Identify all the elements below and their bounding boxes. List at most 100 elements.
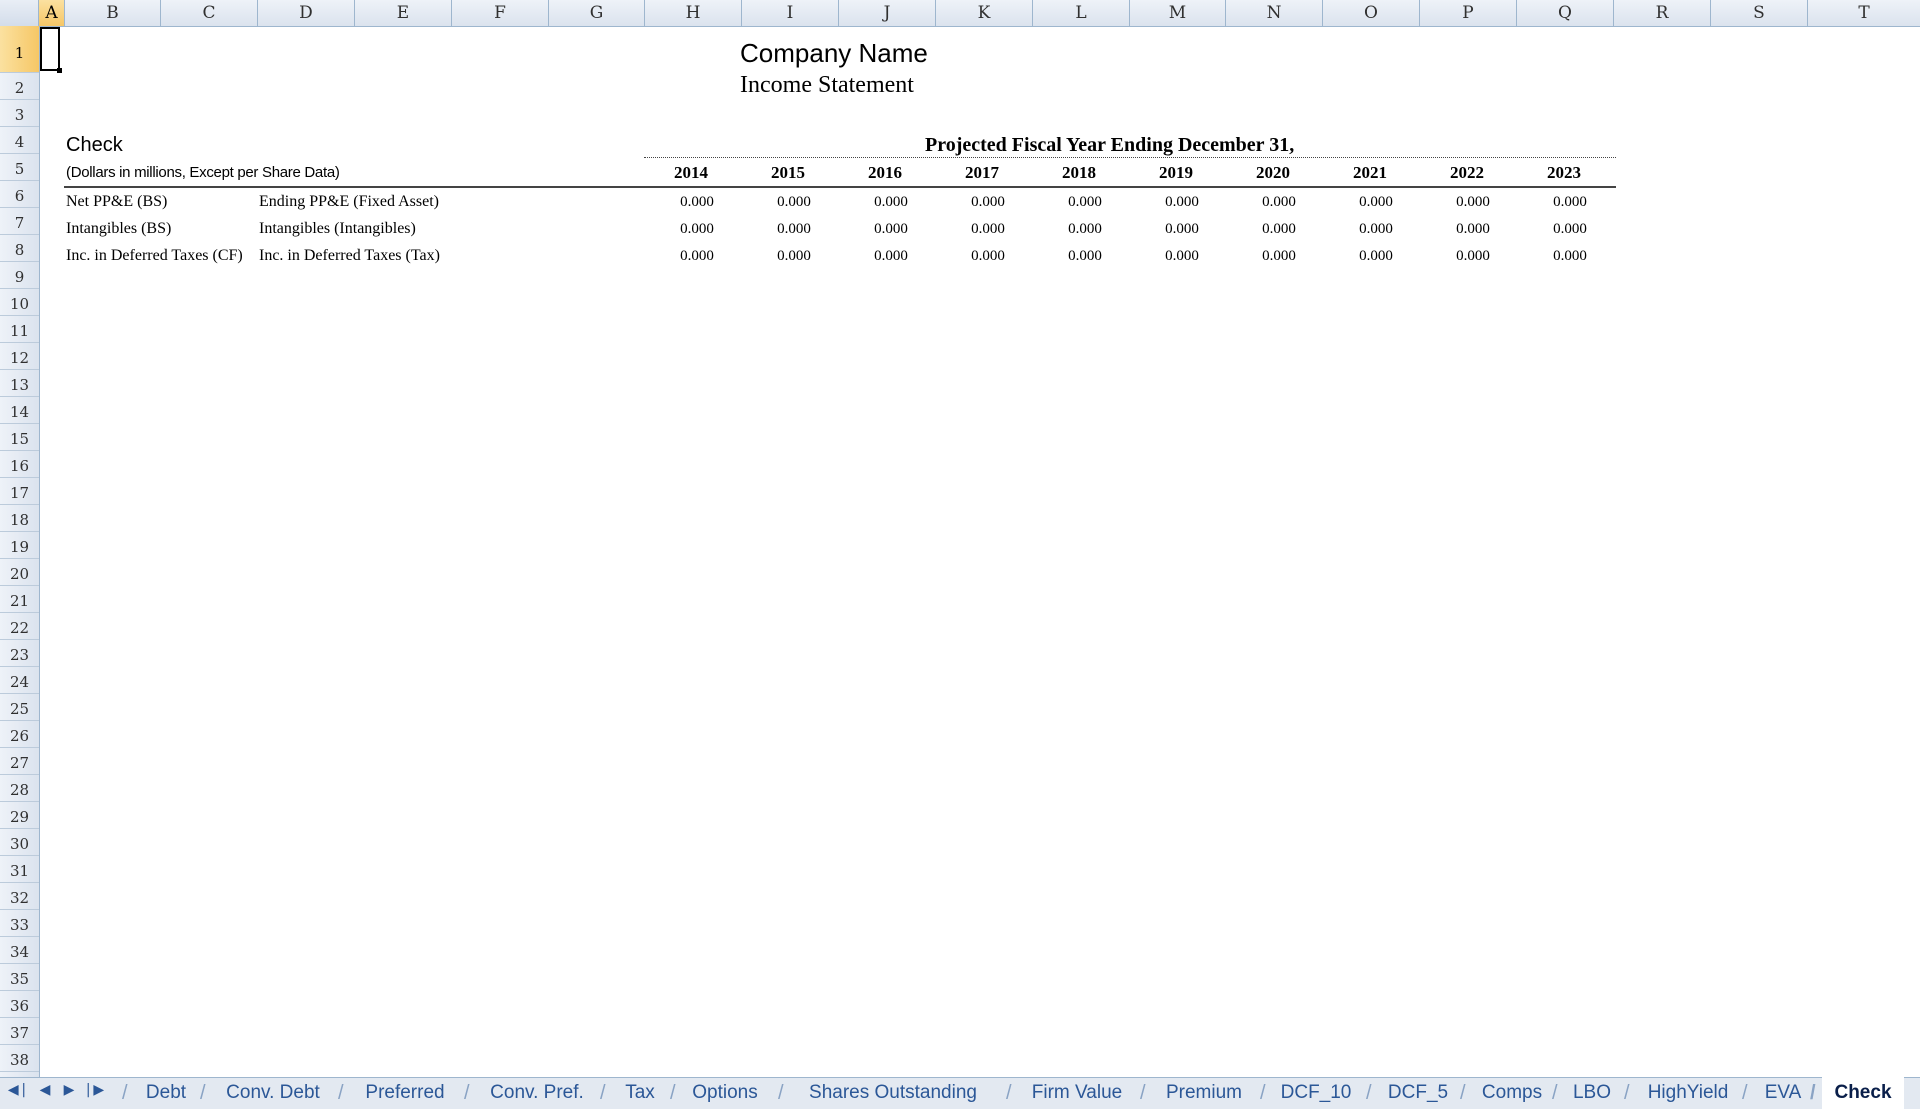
value-cell[interactable]: 0.000 — [759, 248, 829, 265]
column-header-d[interactable]: D — [258, 0, 355, 26]
select-all-corner[interactable] — [0, 0, 39, 26]
value-cell[interactable]: 0.000 — [662, 221, 732, 238]
row-header-37[interactable]: 37 — [0, 1018, 39, 1045]
sheet-tab-check[interactable]: Check — [1810, 1077, 1904, 1109]
sheet-tab-firm-value[interactable]: Firm Value — [1006, 1077, 1136, 1109]
row-header-32[interactable]: 32 — [0, 883, 39, 910]
year-header[interactable]: 2021 — [1335, 163, 1405, 183]
sheet-tab-preferred[interactable]: Preferred — [338, 1077, 460, 1109]
column-header-m[interactable]: M — [1130, 0, 1226, 26]
row-header-31[interactable]: 31 — [0, 856, 39, 883]
row-header-28[interactable]: 28 — [0, 775, 39, 802]
column-header-e[interactable]: E — [355, 0, 452, 26]
row-header-22[interactable]: 22 — [0, 613, 39, 640]
value-cell[interactable]: 0.000 — [1244, 194, 1314, 211]
year-header[interactable]: 2019 — [1141, 163, 1211, 183]
sheet-tab-comps[interactable]: Comps — [1460, 1077, 1552, 1109]
column-header-l[interactable]: L — [1033, 0, 1130, 26]
value-cell[interactable]: 0.000 — [1147, 248, 1217, 265]
column-header-i[interactable]: I — [742, 0, 839, 26]
check-label[interactable]: Check — [66, 134, 123, 157]
column-header-q[interactable]: Q — [1517, 0, 1614, 26]
row-header-12[interactable]: 12 — [0, 343, 39, 370]
value-cell[interactable]: 0.000 — [856, 194, 926, 211]
year-header[interactable]: 2017 — [947, 163, 1017, 183]
column-header-a[interactable]: A — [39, 0, 65, 26]
row-header-27[interactable]: 27 — [0, 748, 39, 775]
row-header-7[interactable]: 7 — [0, 208, 39, 235]
row-header-9[interactable]: 9 — [0, 262, 39, 289]
value-cell[interactable]: 0.000 — [1147, 194, 1217, 211]
row-header-20[interactable]: 20 — [0, 559, 39, 586]
row-header-5[interactable]: 5 — [0, 154, 39, 181]
row-header-6[interactable]: 6 — [0, 181, 39, 208]
value-cell[interactable]: 0.000 — [953, 194, 1023, 211]
row-header-29[interactable]: 29 — [0, 802, 39, 829]
column-header-n[interactable]: N — [1226, 0, 1323, 26]
active-cell-cursor[interactable] — [40, 27, 62, 73]
value-cell[interactable]: 0.000 — [856, 221, 926, 238]
year-header[interactable]: 2016 — [850, 163, 920, 183]
first-sheet-icon[interactable]: ◀ | — [6, 1082, 28, 1098]
value-cell[interactable]: 0.000 — [759, 194, 829, 211]
row-header-8[interactable]: 8 — [0, 235, 39, 262]
value-cell[interactable]: 0.000 — [953, 221, 1023, 238]
row-header-30[interactable]: 30 — [0, 829, 39, 856]
company-name[interactable]: Company Name — [740, 38, 928, 69]
last-sheet-icon[interactable]: | ▶ — [84, 1082, 106, 1098]
sheet-tab-eva[interactable]: EVA — [1742, 1077, 1812, 1109]
sheet-tab-dcf-5[interactable]: DCF_5 — [1366, 1077, 1458, 1109]
line-item-label[interactable]: Inc. in Deferred Taxes (CF) — [66, 247, 256, 265]
column-header-o[interactable]: O — [1323, 0, 1420, 26]
year-header[interactable]: 2022 — [1432, 163, 1502, 183]
value-cell[interactable]: 0.000 — [759, 221, 829, 238]
value-cell[interactable]: 0.000 — [1341, 248, 1411, 265]
value-cell[interactable]: 0.000 — [1438, 248, 1508, 265]
row-header-2[interactable]: 2 — [0, 73, 39, 100]
column-header-c[interactable]: C — [161, 0, 258, 26]
value-cell[interactable]: 0.000 — [662, 248, 732, 265]
line-item-compare[interactable]: Intangibles (Intangibles) — [259, 220, 416, 238]
column-header-t[interactable]: T — [1808, 0, 1920, 26]
row-header-36[interactable]: 36 — [0, 991, 39, 1018]
value-cell[interactable]: 0.000 — [662, 194, 732, 211]
row-header-23[interactable]: 23 — [0, 640, 39, 667]
value-cell[interactable]: 0.000 — [1535, 194, 1605, 211]
sheet-tab-premium[interactable]: Premium — [1140, 1077, 1256, 1109]
value-cell[interactable]: 0.000 — [1147, 221, 1217, 238]
value-cell[interactable]: 0.000 — [1341, 194, 1411, 211]
row-header-13[interactable]: 13 — [0, 370, 39, 397]
value-cell[interactable]: 0.000 — [1244, 248, 1314, 265]
row-header-3[interactable]: 3 — [0, 100, 39, 127]
value-cell[interactable]: 0.000 — [1341, 221, 1411, 238]
units-note[interactable]: (Dollars in millions, Except per Share D… — [66, 164, 340, 181]
column-header-g[interactable]: G — [549, 0, 645, 26]
row-header-38[interactable]: 38 — [0, 1045, 39, 1072]
row-header-16[interactable]: 16 — [0, 451, 39, 478]
row-header-17[interactable]: 17 — [0, 478, 39, 505]
year-header[interactable]: 2014 — [656, 163, 726, 183]
column-header-b[interactable]: B — [65, 0, 161, 26]
sheet-tab-lbo[interactable]: LBO — [1552, 1077, 1620, 1109]
line-item-label[interactable]: Intangibles (BS) — [66, 220, 256, 238]
column-header-h[interactable]: H — [645, 0, 742, 26]
sheet-tab-shares-outstanding[interactable]: Shares Outstanding — [778, 1077, 996, 1109]
row-header-21[interactable]: 21 — [0, 586, 39, 613]
sheet-tab-conv-pref[interactable]: Conv. Pref. — [464, 1077, 598, 1109]
column-header-f[interactable]: F — [452, 0, 549, 26]
sheet-tab-options[interactable]: Options — [670, 1077, 768, 1109]
sheet-tab-conv-debt[interactable]: Conv. Debt — [200, 1077, 334, 1109]
sheet-tab-highyield[interactable]: HighYield — [1624, 1077, 1740, 1109]
row-header-26[interactable]: 26 — [0, 721, 39, 748]
year-header[interactable]: 2015 — [753, 163, 823, 183]
row-header-1[interactable]: 1 — [0, 26, 39, 73]
row-header-34[interactable]: 34 — [0, 937, 39, 964]
next-sheet-icon[interactable]: ▶ — [58, 1082, 80, 1098]
prev-sheet-icon[interactable]: ◀ — [34, 1082, 56, 1098]
value-cell[interactable]: 0.000 — [1535, 248, 1605, 265]
value-cell[interactable]: 0.000 — [1050, 221, 1120, 238]
row-header-14[interactable]: 14 — [0, 397, 39, 424]
column-header-s[interactable]: S — [1711, 0, 1808, 26]
value-cell[interactable]: 0.000 — [1438, 221, 1508, 238]
value-cell[interactable]: 0.000 — [1438, 194, 1508, 211]
